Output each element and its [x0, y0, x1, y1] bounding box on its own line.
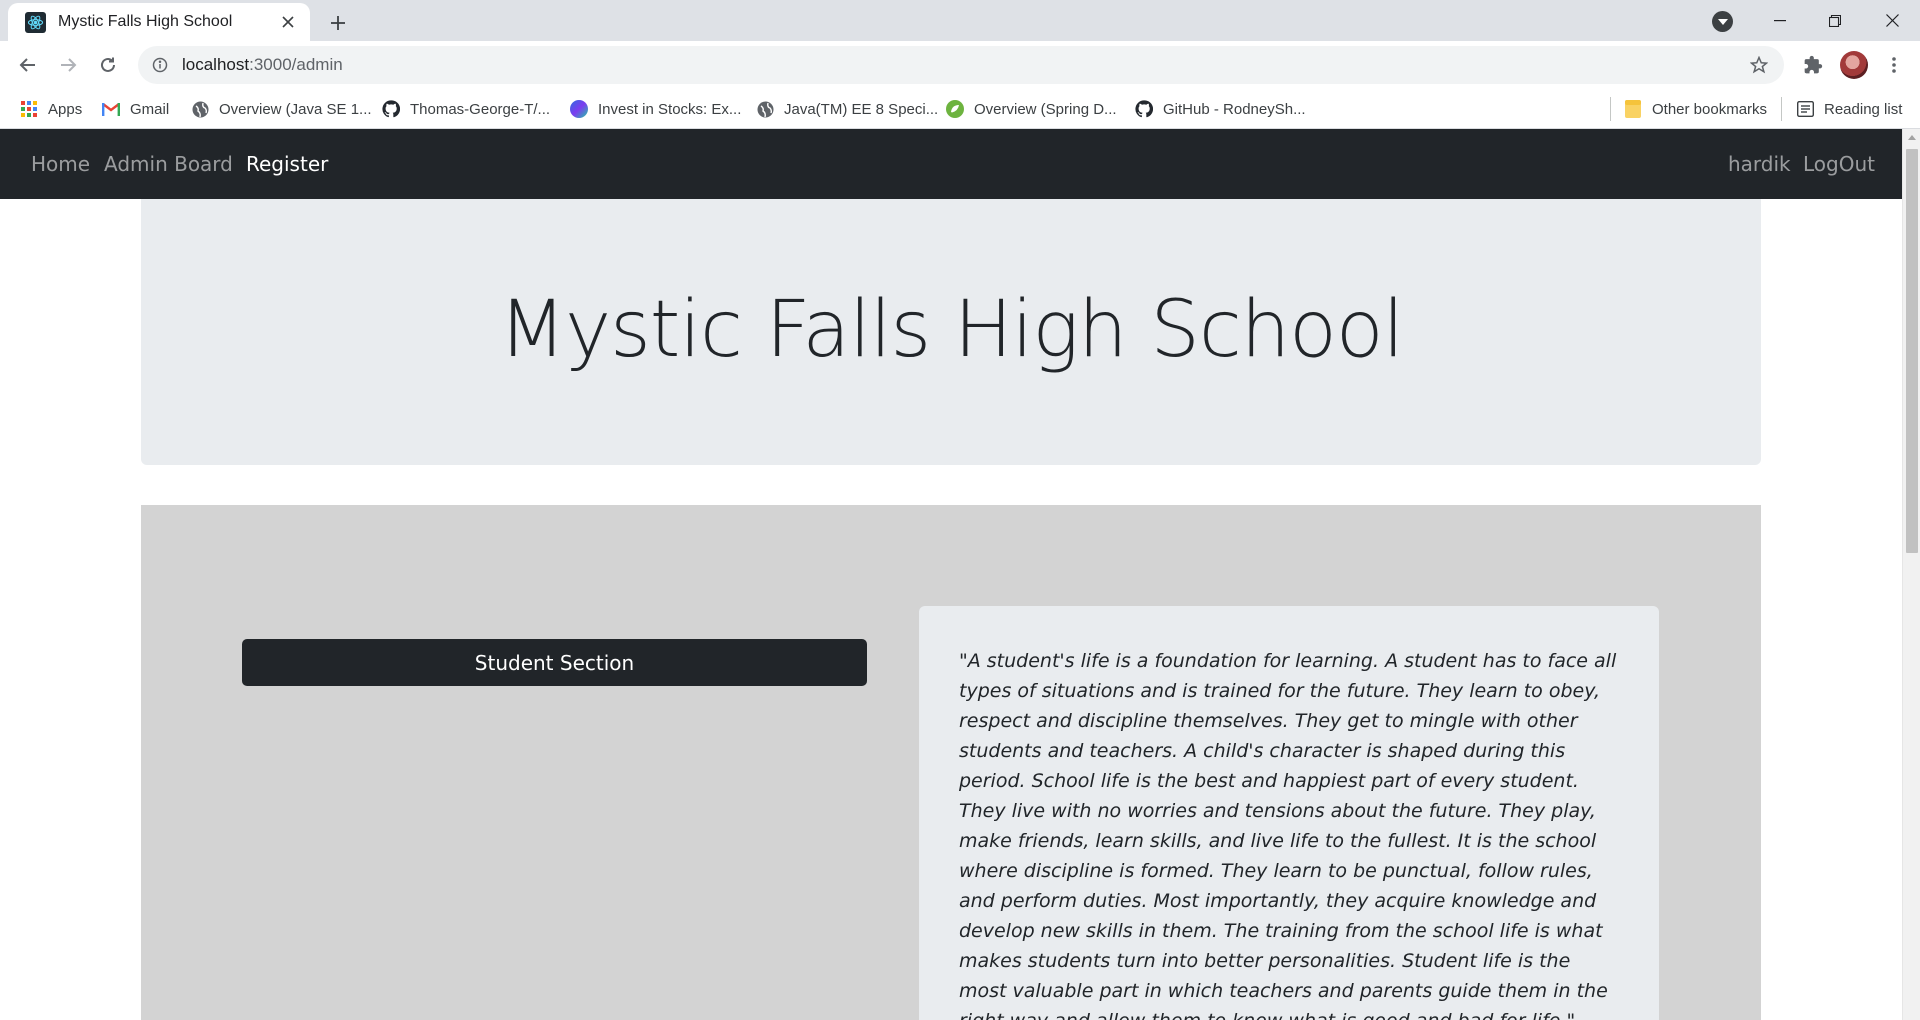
profile-avatar-button[interactable] — [1838, 49, 1870, 81]
reload-icon — [101, 57, 115, 72]
plus-icon — [331, 16, 345, 30]
student-section-button[interactable]: Student Section — [242, 639, 867, 686]
back-button[interactable] — [12, 49, 44, 81]
bookmark-star-icon[interactable] — [1748, 54, 1770, 76]
bookmark-thomas-george[interactable]: Thomas-George-T/... — [382, 89, 550, 129]
restore-icon — [1829, 14, 1841, 27]
bookmark-label: Overview (Java SE 1... — [219, 100, 372, 118]
quote-card: "A student's life is a foundation for le… — [919, 606, 1659, 1020]
close-icon[interactable] — [278, 12, 298, 32]
folder-icon — [1624, 100, 1642, 118]
browser-tab[interactable]: Mystic Falls High School — [8, 3, 310, 41]
chevron-down-icon — [1717, 18, 1728, 25]
bookmark-label: GitHub - RodneySh... — [1163, 100, 1306, 118]
url-host: localhost — [182, 55, 250, 74]
avatar — [1840, 51, 1868, 79]
react-icon — [25, 11, 46, 33]
bookmarks-bar: Apps Gmail Overview (Java SE 1... Thomas… — [0, 89, 1920, 129]
bookmark-separator — [1610, 97, 1611, 121]
page-scrollbar[interactable] — [1902, 129, 1920, 1020]
bookmark-label: Gmail — [130, 100, 170, 118]
close-icon — [1885, 14, 1899, 27]
new-tab-button[interactable] — [322, 7, 354, 39]
bookmark-label: Apps — [48, 100, 83, 118]
apps-grid-icon — [20, 100, 38, 118]
caret-up-icon — [1908, 135, 1916, 140]
browser-toolbar: localhost:3000/admin — [0, 41, 1920, 89]
stocks-icon — [570, 100, 588, 118]
bookmark-gmail[interactable]: Gmail — [102, 89, 169, 129]
bookmark-java-se[interactable]: Overview (Java SE 1... — [191, 89, 372, 129]
reading-list[interactable]: Reading list — [1796, 89, 1902, 129]
url-path: :3000/admin — [249, 55, 343, 74]
address-bar[interactable]: localhost:3000/admin — [138, 46, 1784, 84]
more-vertical-icon — [1892, 57, 1896, 73]
bookmark-label: Invest in Stocks: Ex... — [598, 100, 742, 118]
nav-home-link[interactable]: Home — [31, 129, 90, 199]
header-jumbotron: Mystic Falls High School — [141, 199, 1761, 465]
content-panel: Student Section "A student's life is a f… — [141, 505, 1761, 1020]
app-navbar: Home Admin Board Register hardik LogOut — [0, 129, 1902, 199]
nav-admin-board-link[interactable]: Admin Board — [104, 129, 233, 199]
minimize-icon — [1774, 19, 1786, 21]
gmail-icon — [102, 100, 120, 118]
bookmark-invest-stocks[interactable]: Invest in Stocks: Ex... — [570, 89, 741, 129]
nav-logout-link[interactable]: LogOut — [1803, 129, 1875, 199]
reload-button[interactable] — [92, 49, 124, 81]
restore-button[interactable] — [1807, 0, 1863, 41]
bookmark-apps[interactable]: Apps — [20, 89, 82, 129]
url-text: localhost:3000/admin — [182, 55, 343, 75]
tab-search-button[interactable] — [1712, 11, 1733, 32]
page-title: Mystic Falls High School — [498, 284, 1405, 375]
scroll-thumb[interactable] — [1906, 149, 1918, 553]
bookmark-label: Thomas-George-T/... — [410, 100, 551, 118]
nav-username-link[interactable]: hardik — [1728, 129, 1791, 199]
globe-icon — [191, 100, 209, 118]
reading-list-icon — [1796, 100, 1814, 118]
bookmark-label: Overview (Spring D... — [974, 100, 1117, 118]
scroll-up-button[interactable] — [1903, 129, 1920, 146]
nav-register-link[interactable]: Register — [246, 129, 328, 199]
forward-button[interactable] — [52, 49, 84, 81]
other-bookmarks[interactable]: Other bookmarks — [1624, 89, 1767, 129]
quote-text: "A student's life is a foundation for le… — [959, 650, 1617, 1020]
info-icon[interactable] — [152, 57, 168, 73]
bookmark-separator — [1781, 97, 1782, 121]
bookmark-spring[interactable]: Overview (Spring D... — [946, 89, 1117, 129]
arrow-left-icon — [19, 58, 35, 72]
bookmark-label: Java(TM) EE 8 Speci... — [784, 100, 939, 118]
bookmark-java-ee[interactable]: Java(TM) EE 8 Speci... — [756, 89, 938, 129]
puzzle-icon — [1804, 55, 1823, 74]
other-bookmarks-label: Other bookmarks — [1652, 100, 1768, 118]
window-close-button[interactable] — [1864, 0, 1920, 41]
minimize-button[interactable] — [1752, 0, 1808, 41]
github-icon — [1135, 100, 1153, 118]
page-viewport: Home Admin Board Register hardik LogOut … — [0, 129, 1920, 1020]
tab-strip: Mystic Falls High School — [0, 0, 1920, 41]
reading-list-label: Reading list — [1824, 100, 1903, 118]
menu-button[interactable] — [1878, 49, 1910, 81]
extensions-button[interactable] — [1797, 49, 1829, 81]
tab-title: Mystic Falls High School — [58, 13, 233, 30]
spring-icon — [946, 100, 964, 118]
globe-icon — [756, 100, 774, 118]
github-icon — [382, 100, 400, 118]
arrow-right-icon — [61, 58, 77, 72]
bookmark-github-rodney[interactable]: GitHub - RodneySh... — [1135, 89, 1306, 129]
